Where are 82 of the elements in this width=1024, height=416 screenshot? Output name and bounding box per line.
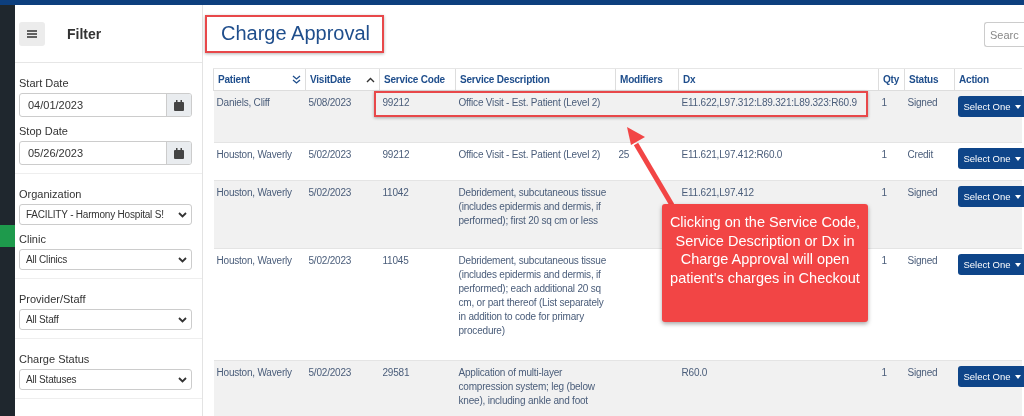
field-label: Charge Status <box>19 353 91 365</box>
table-cell-text: 1 <box>881 96 888 110</box>
table-cell-text: Signed <box>907 366 939 380</box>
table-cell[interactable]: Office Visit - Est. Patient (Level 2) <box>458 96 613 110</box>
table-cell[interactable]: Debridement, subcutaneous tissue (includes epidermis and dermis, if performed); first 20 sq cm or less <box>458 186 613 228</box>
double-chevron-down-icon <box>292 75 301 84</box>
field-label: Provider/Staff <box>19 293 87 305</box>
table-cell[interactable]: 11042 <box>382 186 453 200</box>
table-cell-text: 5/02/2023 <box>308 186 353 200</box>
field-label: Stop Date <box>19 125 69 137</box>
chevron-down-icon <box>178 316 187 323</box>
table-cell-text: 5/08/2023 <box>308 96 353 110</box>
column-header[interactable]: Patient <box>213 68 306 91</box>
action-dropdown[interactable]: Select One <box>957 96 1024 117</box>
chevron-up-icon <box>366 76 375 83</box>
action-dropdown[interactable]: Select One <box>957 254 1024 275</box>
table-cell-text: Houston, Waverly <box>216 366 293 380</box>
table-cell-text: 1 <box>881 148 888 162</box>
date-field[interactable]: 04/01/2023 <box>19 93 192 117</box>
caret-icon <box>1014 104 1021 109</box>
table-cell[interactable]: R60.0 <box>681 366 876 380</box>
table-cell-text: 1 <box>881 366 888 380</box>
chevron-down-icon <box>178 211 187 218</box>
action-dropdown[interactable]: Select One <box>957 366 1024 387</box>
sidebar-title: Filter <box>67 25 102 42</box>
table-cell-text: Signed <box>907 96 939 110</box>
column-header[interactable]: Qty <box>878 68 905 91</box>
caret-icon <box>1014 194 1021 199</box>
select-field[interactable]: All Staff <box>19 309 192 330</box>
calendar-button[interactable] <box>166 142 191 164</box>
table-cell[interactable]: Office Visit - Est. Patient (Level 2) <box>458 148 613 162</box>
calendar-button[interactable] <box>166 94 191 116</box>
column-header[interactable]: VisitDate <box>305 68 380 91</box>
field-label: Clinic <box>19 233 47 245</box>
table-cell-text: 1 <box>881 254 888 268</box>
table-cell-text: Signed <box>907 186 939 200</box>
callout-note: Clicking on the Service Code, Service Description or Dx in Charge Approval will open patient's charges in Checkout <box>662 204 868 322</box>
field-label: Organization <box>19 188 83 200</box>
table-cell[interactable]: 99212 <box>382 96 453 110</box>
date-field[interactable]: 05/26/2023 <box>19 141 192 165</box>
table-cell-text: Signed <box>907 254 939 268</box>
field-label: Start Date <box>19 77 70 89</box>
column-header[interactable]: Service Description <box>455 68 616 91</box>
table-cell-text: Daniels, Cliff <box>216 96 271 110</box>
calendar-icon <box>174 99 184 111</box>
caret-icon <box>1014 156 1021 161</box>
caret-icon <box>1014 262 1021 267</box>
table-cell-text: Houston, Waverly <box>216 186 293 200</box>
select-field[interactable]: FACILITY - Harmony Hospital S! <box>19 204 192 225</box>
table-cell-text: 5/02/2023 <box>308 366 353 380</box>
table-cell-text: 25 <box>618 148 631 162</box>
page-title: Charge Approval <box>205 15 384 53</box>
table-cell-text: 5/02/2023 <box>308 254 353 268</box>
action-dropdown[interactable]: Select One <box>957 186 1024 207</box>
column-header[interactable]: Modifiers <box>615 68 679 91</box>
select-field[interactable]: All Statuses <box>19 369 192 390</box>
table-cell[interactable]: Debridement, subcutaneous tissue (includes epidermis and dermis, if performed); each additional 20 sq cm, or part thereof (List separately in addition to code for primary procedure) <box>458 254 613 338</box>
table-cell-text: Credit <box>907 148 934 162</box>
column-header[interactable]: Action <box>954 68 1022 91</box>
menu-button[interactable] <box>19 21 45 46</box>
table-cell[interactable]: 29581 <box>382 366 453 380</box>
table-cell[interactable]: E11.621,L97.412:R60.0 <box>681 148 876 162</box>
column-header[interactable]: Service Code <box>379 68 456 91</box>
chevron-down-icon <box>178 376 187 383</box>
table-cell[interactable]: Application of multi-layer compression system; leg (below knee), including ankle and foot <box>458 366 613 408</box>
column-header[interactable]: Status <box>904 68 955 91</box>
search-field[interactable]: Searc <box>984 21 1024 47</box>
table-cell-text: 5/02/2023 <box>308 148 353 162</box>
table-cell[interactable]: 99212 <box>382 148 453 162</box>
column-header[interactable]: Dx <box>678 68 879 91</box>
table-cell[interactable]: 11045 <box>382 254 453 268</box>
table-cell-text: Houston, Waverly <box>216 148 293 162</box>
select-field[interactable]: All Clinics <box>19 249 192 270</box>
table-cell[interactable]: E11.622,L97.312:L89.321:L89.323:R60.9 <box>681 96 876 110</box>
action-dropdown[interactable]: Select One <box>957 148 1024 169</box>
table-cell-text: 1 <box>881 186 888 200</box>
menu-icon <box>27 29 37 38</box>
table-cell[interactable]: E11.621,L97.412 <box>681 186 876 200</box>
calendar-icon <box>174 147 184 159</box>
chevron-down-icon <box>178 256 187 263</box>
caret-icon <box>1014 374 1021 379</box>
table-cell-text: Houston, Waverly <box>216 254 293 268</box>
